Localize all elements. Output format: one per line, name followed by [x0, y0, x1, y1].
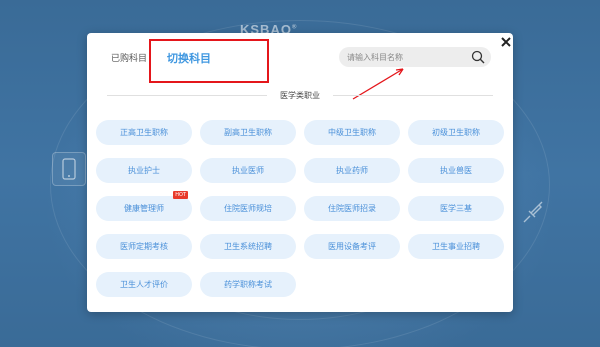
subject-pill[interactable]: 医用设备考评: [304, 234, 400, 259]
subject-pill[interactable]: 中级卫生职称: [304, 120, 400, 145]
subject-label: 执业兽医: [440, 166, 472, 175]
search-box: [339, 47, 491, 67]
subject-pill[interactable]: 药学职称考试: [200, 272, 296, 297]
section-title: 医学类职业: [280, 91, 320, 100]
annotation-highlight-box: [149, 39, 269, 83]
subject-pill[interactable]: 执业药师: [304, 158, 400, 183]
subject-label: 医师定期考核: [120, 242, 168, 251]
hot-badge: HOT: [173, 191, 188, 199]
subject-label: 执业药师: [336, 166, 368, 175]
subject-label: 卫生人才评价: [120, 280, 168, 289]
subject-pill[interactable]: 执业医师: [200, 158, 296, 183]
subject-pill[interactable]: 卫生事业招聘: [408, 234, 504, 259]
subject-label: 住院医师招录: [328, 204, 376, 213]
subject-pill[interactable]: 正高卫生职称: [96, 120, 192, 145]
subject-pill[interactable]: 副高卫生职称: [200, 120, 296, 145]
tab-bought-subjects[interactable]: 已购科目: [111, 51, 147, 64]
search-input[interactable]: [339, 52, 459, 62]
subject-label: 卫生系统招聘: [224, 242, 272, 251]
subject-label: 执业医师: [232, 166, 264, 175]
subject-pill[interactable]: 卫生系统招聘: [200, 234, 296, 259]
phone-icon: [52, 152, 86, 186]
subject-label: 正高卫生职称: [120, 128, 168, 137]
subject-pill[interactable]: 医师定期考核: [96, 234, 192, 259]
subject-grid: 正高卫生职称 副高卫生职称 中级卫生职称 初级卫生职称执业护士 执业医师 执业药师 执业兽医…: [96, 120, 506, 297]
subject-label: 医学三基: [440, 204, 472, 213]
subject-pill[interactable]: 执业兽医: [408, 158, 504, 183]
subject-label: 医用设备考评: [328, 242, 376, 251]
subject-pill[interactable]: 住院医师规培: [200, 196, 296, 221]
section-divider: [333, 95, 493, 96]
subject-label: 健康管理师: [124, 204, 164, 213]
subject-pill[interactable]: 住院医师招录: [304, 196, 400, 221]
subject-label: 初级卫生职称: [432, 128, 480, 137]
section-divider: [107, 95, 267, 96]
subject-label: 副高卫生职称: [224, 128, 272, 137]
search-icon[interactable]: [471, 50, 485, 64]
subject-label: 执业护士: [128, 166, 160, 175]
subject-pill[interactable]: 执业护士: [96, 158, 192, 183]
subject-pill[interactable]: 初级卫生职称: [408, 120, 504, 145]
subject-label: 中级卫生职称: [328, 128, 376, 137]
subject-pill[interactable]: 健康管理师 HOT: [96, 191, 192, 221]
syringe-icon: [516, 196, 550, 230]
subject-switch-dialog: 已购科目 切换科目 医学类职业 正高卫生职称副高卫生职称中级卫生职称初级卫生职称…: [87, 33, 513, 312]
subject-pill[interactable]: 医学三基: [408, 196, 504, 221]
subject-label: 住院医师规培: [224, 204, 272, 213]
close-icon: [501, 37, 511, 47]
subject-label: 药学职称考试: [224, 280, 272, 289]
close-button[interactable]: [500, 36, 512, 48]
subject-pill[interactable]: 卫生人才评价: [96, 272, 192, 297]
subject-label: 卫生事业招聘: [432, 242, 480, 251]
